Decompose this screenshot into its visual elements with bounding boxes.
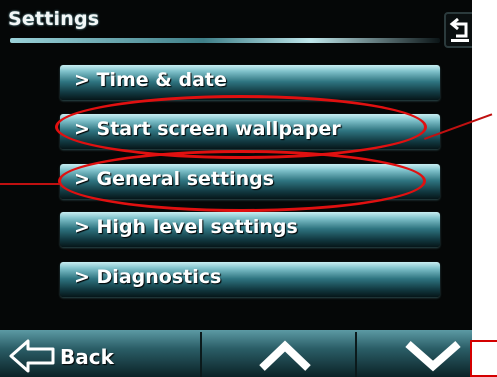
page-title: Settings xyxy=(8,8,100,30)
chevron-down-icon xyxy=(405,340,461,372)
bottom-divider xyxy=(355,332,357,377)
annotation-callout-box xyxy=(470,340,497,377)
title-underline xyxy=(10,38,440,43)
return-arrow-icon xyxy=(449,17,469,42)
back-button[interactable]: Back xyxy=(8,336,178,376)
menu-item-diagnostics[interactable]: > Diagnostics xyxy=(60,262,440,297)
return-button[interactable] xyxy=(444,12,472,48)
margin-area xyxy=(472,0,497,377)
back-label: Back xyxy=(60,345,114,369)
scroll-up-button[interactable] xyxy=(250,336,320,376)
menu-item-high-level-settings[interactable]: > High level settings xyxy=(60,212,440,247)
highlight-ellipse-general xyxy=(58,150,426,212)
bottom-divider xyxy=(200,332,202,377)
menu-item-label: > High level settings xyxy=(74,216,298,238)
back-arrow-icon xyxy=(9,339,55,373)
menu-item-label: > Diagnostics xyxy=(74,266,222,288)
menu-item-label: > Time & date xyxy=(74,69,227,91)
chevron-up-icon xyxy=(259,340,311,371)
scroll-down-button[interactable] xyxy=(400,336,470,376)
annotation-leader-line xyxy=(0,183,60,185)
